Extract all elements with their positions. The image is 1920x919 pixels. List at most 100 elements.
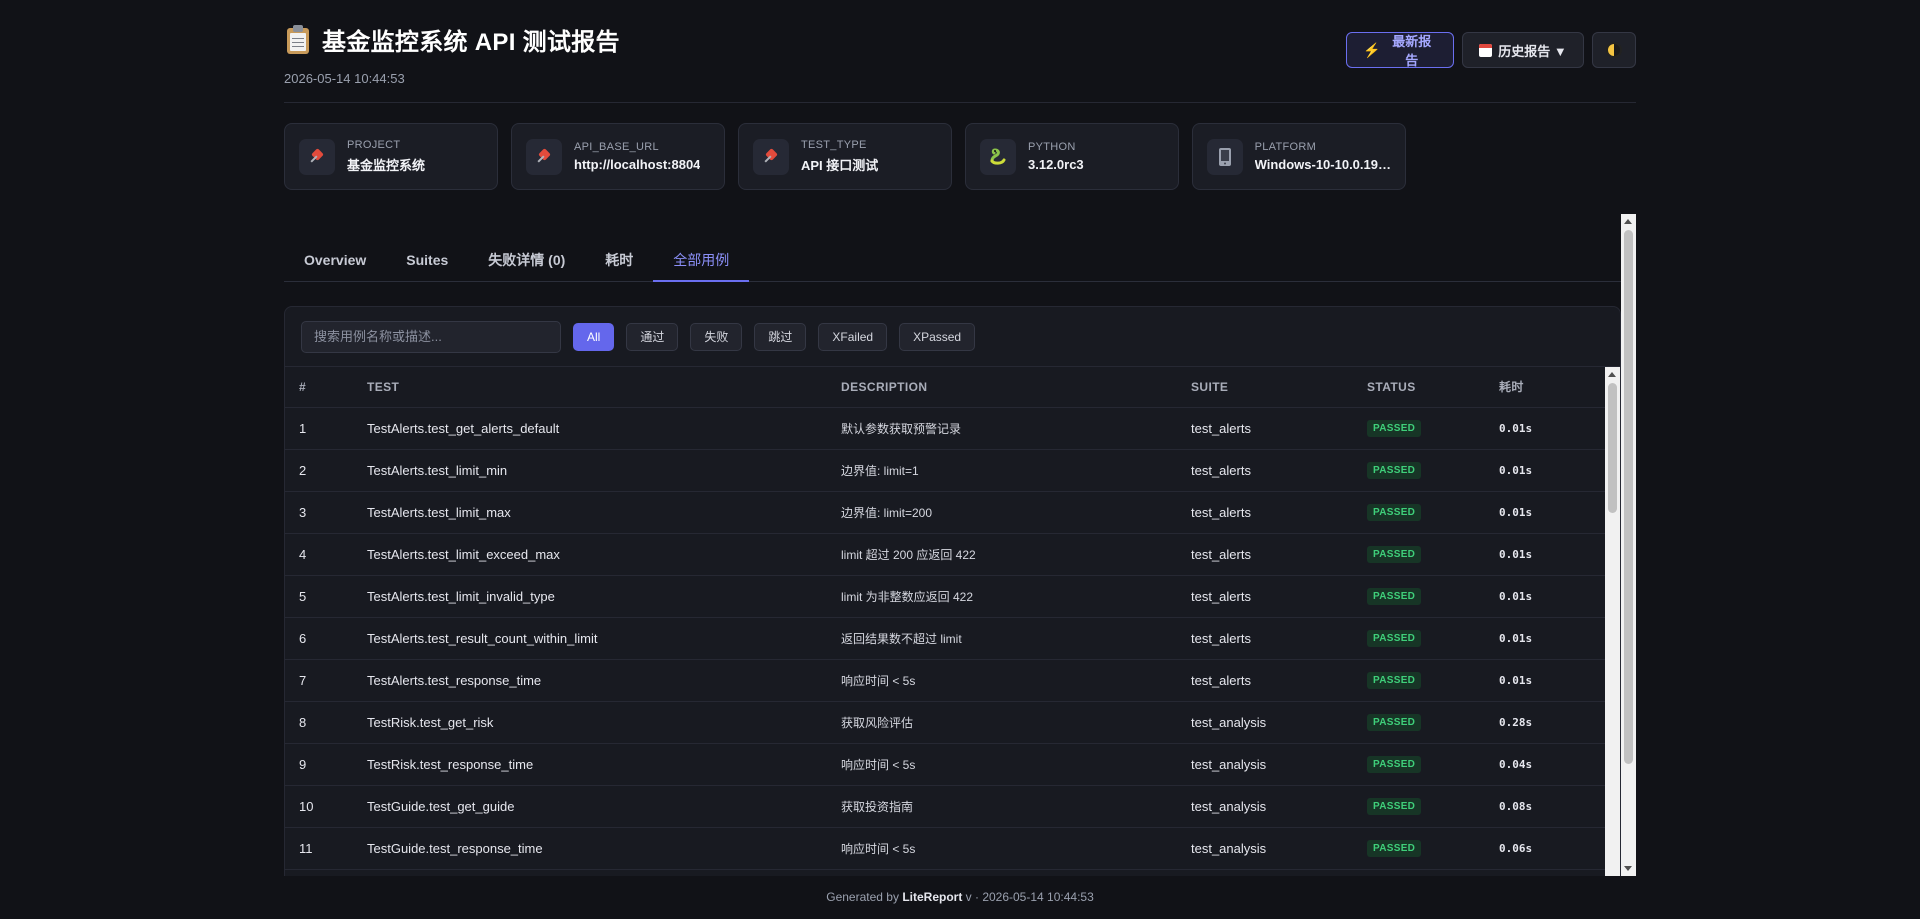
cell-description: 获取投资指南: [827, 785, 1177, 828]
history-report-button[interactable]: 历史报告 ▼: [1462, 32, 1584, 68]
table-row[interactable]: 9 TestRisk.test_response_time 响应时间 < 5s tes…: [285, 743, 1605, 786]
table-scrollbar[interactable]: [1605, 367, 1620, 876]
scroll-up-arrow-icon[interactable]: [1624, 219, 1632, 224]
filter-chip-xpassed[interactable]: XPassed: [899, 322, 976, 351]
cell-index: 5: [285, 575, 353, 618]
cell-status: PASSED: [1353, 659, 1485, 702]
tab-failure-details[interactable]: 失败详情 (0): [468, 244, 585, 282]
search-input[interactable]: [301, 320, 561, 353]
cell-duration: 0.04s: [1485, 743, 1605, 786]
page-scrollbar-thumb[interactable]: [1624, 230, 1633, 764]
table-scroll-area: # TEST DESCRIPTION SUITE STATUS 耗时 1 Test…: [285, 367, 1620, 876]
cell-suite: test_alerts: [1177, 533, 1353, 576]
report-page: 基金监控系统 API 测试报告 2026-05-14 10:44:53 ⚡ 最新…: [284, 0, 1636, 919]
info-card-test-type: TEST_TYPE API 接口测试: [738, 123, 952, 190]
table-row[interactable]: 3 TestAlerts.test_limit_max 边界值: limit=200…: [285, 491, 1605, 534]
cell-status: PASSED: [1353, 491, 1485, 534]
info-card-platform: PLATFORM Windows-10-10.0.19…: [1192, 123, 1406, 190]
cell-description: 边界值: limit=200: [827, 491, 1177, 534]
cell-duration: 0.01s: [1485, 491, 1605, 534]
cell-test-name: TestAlerts.test_response_time: [353, 659, 827, 702]
info-card-api-base-url: API_BASE_URL http://localhost:8804: [511, 123, 725, 190]
cell-duration: 0.01s: [1485, 449, 1605, 492]
page-footer: Generated by LiteReport v · 2026-05-14 1…: [284, 890, 1636, 904]
filter-chip-xfailed[interactable]: XFailed: [818, 322, 888, 351]
cell-suite: test_alerts: [1177, 491, 1353, 534]
cell-index: 6: [285, 617, 353, 660]
table-row[interactable]: 2 TestAlerts.test_limit_min 边界值: limit=1 te…: [285, 449, 1605, 492]
cell-index: 11: [285, 827, 353, 870]
filter-chip-all[interactable]: All: [573, 322, 615, 351]
table-row[interactable]: 5 TestAlerts.test_limit_invalid_type limit…: [285, 575, 1605, 618]
cell-status: PASSED: [1353, 743, 1485, 786]
cell-duration: 0.01s: [1485, 617, 1605, 660]
table-scrollbar-thumb[interactable]: [1608, 383, 1617, 513]
history-report-label: 历史报告 ▼: [1498, 43, 1567, 59]
status-badge: PASSED: [1367, 756, 1422, 773]
tab-overview[interactable]: Overview: [284, 244, 386, 282]
cell-suite: test_alerts: [1177, 449, 1353, 492]
page-header: 基金监控系统 API 测试报告 2026-05-14 10:44:53 ⚡ 最新…: [284, 22, 1636, 102]
tab-bar: Overview Suites 失败详情 (0) 耗时 全部用例: [284, 244, 1621, 282]
table-body: 1 TestAlerts.test_get_alerts_default 默认参数获…: [285, 407, 1605, 870]
theme-icon: [1606, 42, 1622, 58]
filter-chip-passed[interactable]: 通过: [626, 322, 679, 351]
filter-chip-skipped[interactable]: 跳过: [754, 322, 807, 351]
tab-suites[interactable]: Suites: [386, 244, 468, 282]
table-row[interactable]: 10 TestGuide.test_get_guide 获取投资指南 test_ana…: [285, 785, 1605, 828]
cell-description: 响应时间 < 5s: [827, 659, 1177, 702]
info-card-label: PROJECT: [347, 139, 401, 151]
test-cases-panel: All 通过 失败 跳过 XFailed XPassed # TEST: [284, 306, 1621, 876]
table-row[interactable]: 7 TestAlerts.test_response_time 响应时间 < 5s t…: [285, 659, 1605, 702]
header-actions: ⚡ 最新报告 历史报告 ▼: [1346, 32, 1636, 68]
column-header-suite[interactable]: SUITE: [1177, 367, 1353, 408]
status-badge: PASSED: [1367, 546, 1422, 563]
info-card-project: PROJECT 基金监控系统: [284, 123, 498, 190]
cell-suite: test_analysis: [1177, 785, 1353, 828]
info-card-python: PYTHON 3.12.0rc3: [965, 123, 1179, 190]
cell-index: 2: [285, 449, 353, 492]
table-row[interactable]: 4 TestAlerts.test_limit_exceed_max limit 超…: [285, 533, 1605, 576]
theme-toggle-button[interactable]: [1592, 32, 1636, 68]
info-card-value: API 接口测试: [801, 158, 879, 173]
table-row[interactable]: 11 TestGuide.test_response_time 响应时间 < 5s t…: [285, 827, 1605, 870]
cell-description: 获取风险评估: [827, 701, 1177, 744]
cell-index: 9: [285, 743, 353, 786]
column-header-index[interactable]: #: [285, 367, 353, 408]
cell-test-name: TestRisk.test_response_time: [353, 743, 827, 786]
cell-description: 返回结果数不超过 limit: [827, 617, 1177, 660]
column-header-status[interactable]: STATUS: [1353, 367, 1485, 408]
device-icon: [1207, 138, 1243, 175]
tab-all-cases[interactable]: 全部用例: [653, 244, 750, 282]
cell-duration: 0.01s: [1485, 407, 1605, 450]
main-scroll-region: Overview Suites 失败详情 (0) 耗时 全部用例 All 通过 …: [284, 214, 1636, 876]
cell-index: 3: [285, 491, 353, 534]
cell-index: 7: [285, 659, 353, 702]
column-header-description[interactable]: DESCRIPTION: [827, 367, 1177, 408]
scroll-down-arrow-icon[interactable]: [1624, 866, 1632, 871]
cell-suite: test_alerts: [1177, 659, 1353, 702]
python-icon: [980, 138, 1016, 175]
filter-chip-failed[interactable]: 失败: [690, 322, 743, 351]
latest-report-button[interactable]: ⚡ 最新报告: [1346, 32, 1454, 68]
table-row[interactable]: 6 TestAlerts.test_result_count_within_lim…: [285, 617, 1605, 660]
column-header-test[interactable]: TEST: [353, 367, 827, 408]
clipboard-icon: [284, 24, 312, 55]
table-row[interactable]: 1 TestAlerts.test_get_alerts_default 默认参数获…: [285, 407, 1605, 450]
table-row[interactable]: 8 TestRisk.test_get_risk 获取风险评估 test_analys…: [285, 701, 1605, 744]
page-scrollbar[interactable]: [1621, 214, 1636, 876]
cell-test-name: TestAlerts.test_limit_invalid_type: [353, 575, 827, 618]
cell-description: limit 为非整数应返回 422: [827, 575, 1177, 618]
cell-description: 边界值: limit=1: [827, 449, 1177, 492]
header-divider: [284, 102, 1636, 103]
tab-duration[interactable]: 耗时: [585, 244, 653, 282]
column-header-duration[interactable]: 耗时: [1485, 367, 1605, 408]
latest-report-label: 最新报告: [1392, 34, 1432, 68]
report-timestamp: 2026-05-14 10:44:53: [284, 71, 405, 86]
status-badge: PASSED: [1367, 672, 1422, 689]
scroll-up-arrow-icon[interactable]: [1608, 372, 1616, 377]
status-badge: PASSED: [1367, 588, 1422, 605]
footer-brand: LiteReport: [902, 890, 963, 904]
cell-suite: test_analysis: [1177, 701, 1353, 744]
pin-icon: [526, 138, 562, 175]
